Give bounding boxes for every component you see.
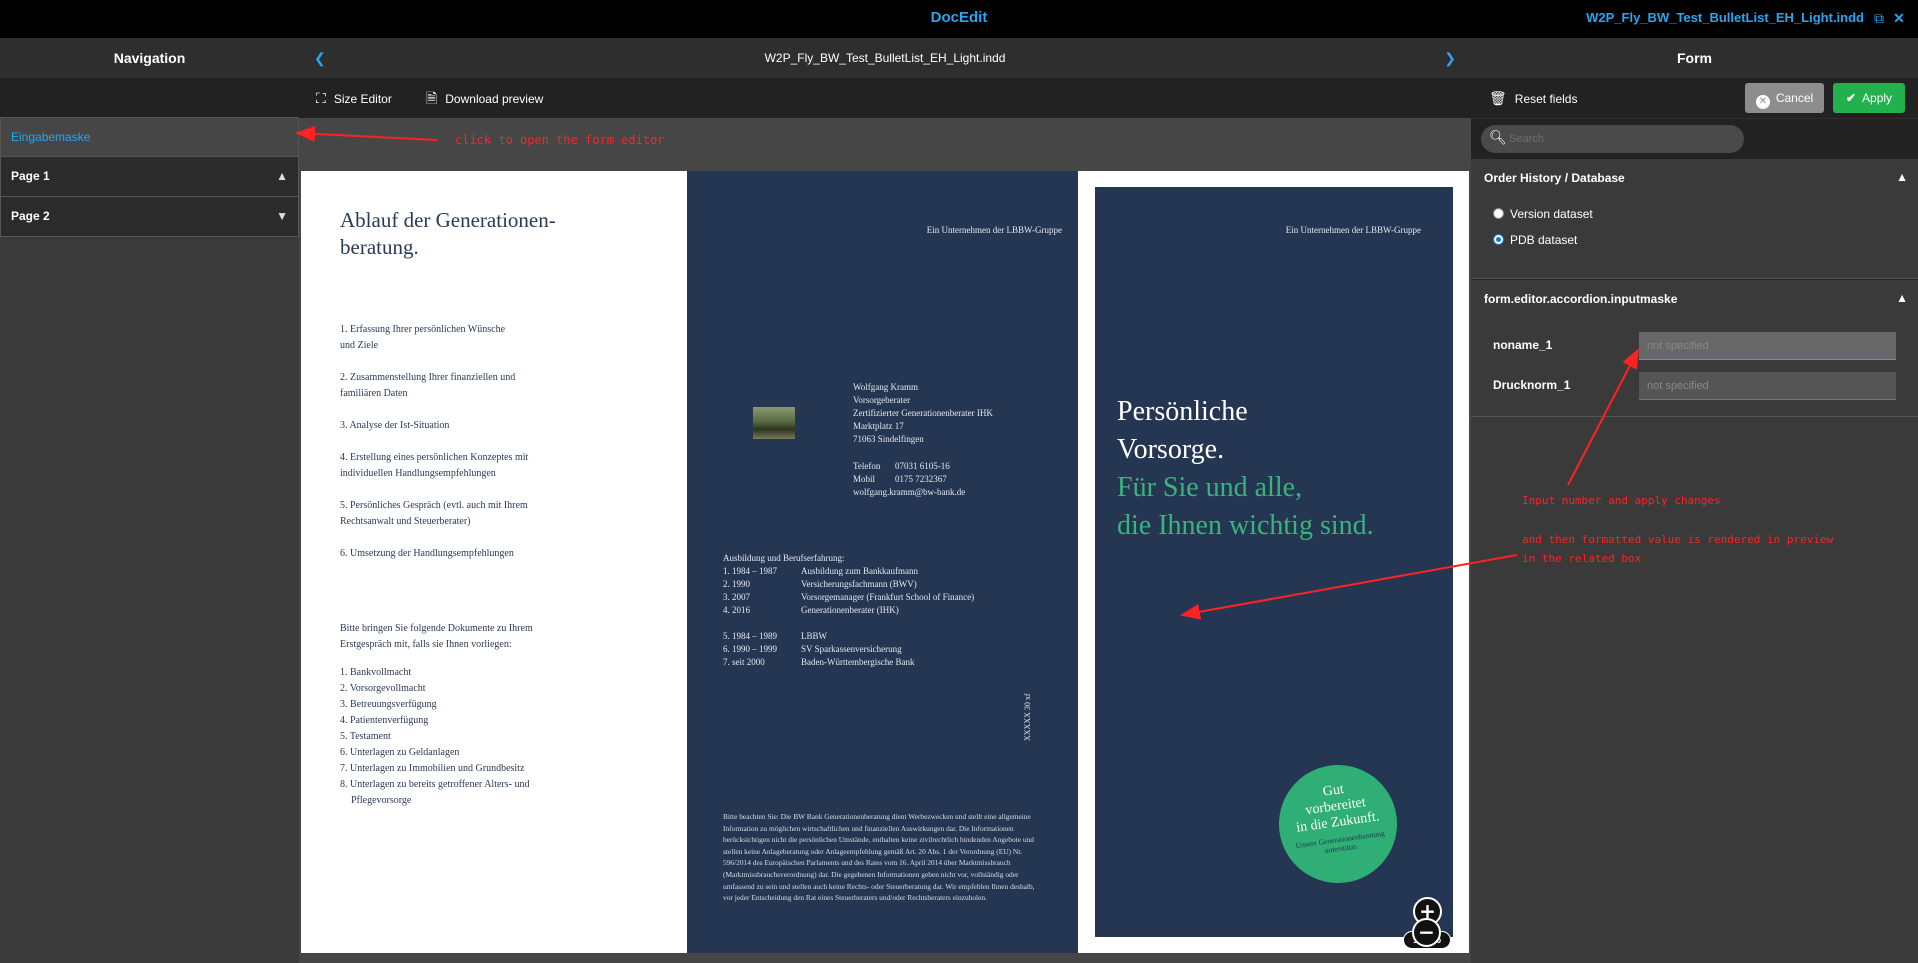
annotation-arrows <box>295 125 1639 620</box>
arrow-to-eingabemaske <box>295 125 438 142</box>
arrow-to-input <box>1567 348 1639 486</box>
arrow-to-preview <box>1180 554 1518 620</box>
